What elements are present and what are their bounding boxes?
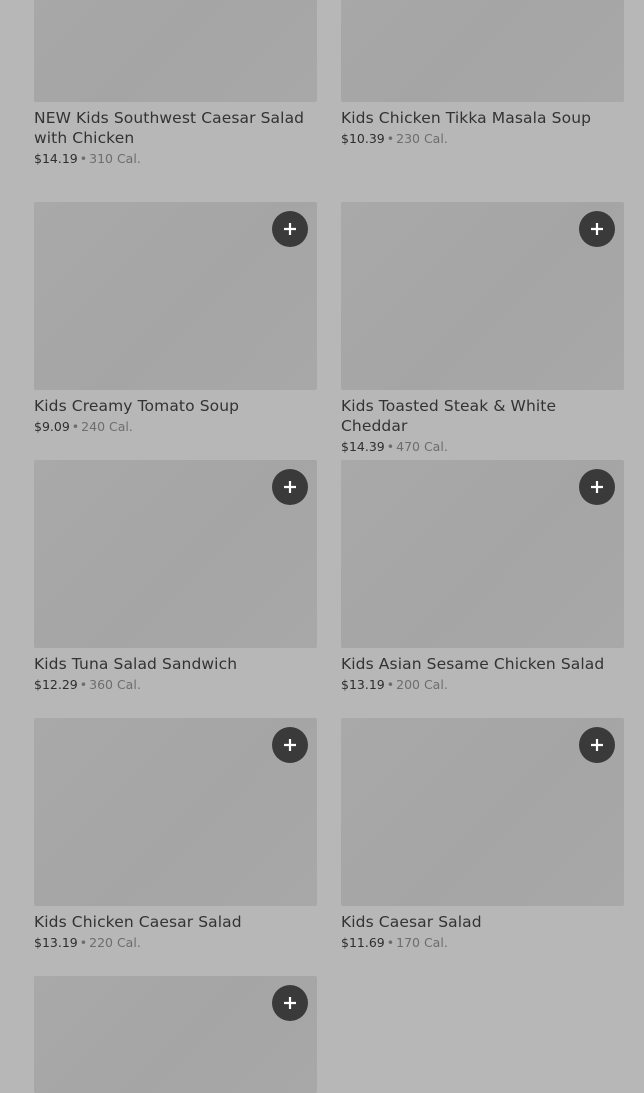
plus-icon (284, 739, 296, 751)
menu-item-meta: $11.69 • 170 Cal. (341, 934, 624, 952)
menu-item-card[interactable]: NEW Kids Southwest Caesar Salad with Chi… (34, 0, 317, 168)
menu-item-image[interactable] (341, 202, 624, 390)
menu-item-card[interactable]: Kids Chicken Tikka Masala Soup $10.39 • 23… (341, 0, 624, 148)
menu-item-calories: 310 Cal. (89, 151, 141, 166)
separator-dot: • (79, 151, 88, 166)
menu-item-calories: 220 Cal. (89, 935, 141, 950)
menu-item-meta: $10.39 • 230 Cal. (341, 130, 624, 148)
plus-icon (591, 481, 603, 493)
separator-dot: • (386, 677, 395, 692)
plus-icon (284, 481, 296, 493)
menu-item-price: $14.19 (34, 151, 78, 166)
add-to-cart-button[interactable] (579, 211, 615, 247)
menu-item-name: Kids Asian Sesame Chicken Salad (341, 655, 605, 673)
separator-dot: • (386, 935, 395, 950)
menu-item-card[interactable]: Kids Caesar Salad $11.69 • 170 Cal. (341, 718, 624, 952)
menu-item-name: NEW Kids Southwest Caesar Salad with Chi… (34, 109, 305, 147)
plus-icon (591, 739, 603, 751)
menu-item-calories: 230 Cal. (396, 131, 448, 146)
menu-item-price: $12.29 (34, 677, 78, 692)
menu-item-name: Kids Chicken Tikka Masala Soup (341, 109, 592, 127)
add-to-cart-button[interactable] (579, 727, 615, 763)
menu-item-image[interactable] (34, 718, 317, 906)
add-to-cart-button[interactable] (272, 211, 308, 247)
menu-item-image[interactable] (34, 460, 317, 648)
separator-dot: • (79, 677, 88, 692)
menu-item-card[interactable]: Kids Asian Sesame Chicken Salad $13.19 • 2… (341, 460, 624, 694)
menu-item-calories: 170 Cal. (396, 935, 448, 950)
menu-item-image[interactable] (341, 0, 624, 102)
separator-dot: • (71, 419, 80, 434)
menu-item-meta: $12.29 • 360 Cal. (34, 676, 317, 694)
plus-icon (591, 223, 603, 235)
add-to-cart-button[interactable] (272, 985, 308, 1021)
menu-item-price: $13.19 (341, 677, 385, 692)
plus-icon (284, 997, 296, 1009)
menu-item-image[interactable] (341, 718, 624, 906)
plus-icon (284, 223, 296, 235)
menu-item-image[interactable] (34, 976, 317, 1093)
menu-item-price: $10.39 (341, 131, 385, 146)
menu-item-name: Kids Chicken Caesar Salad (34, 913, 242, 931)
menu-item-name: Kids Toasted Steak & White Cheddar (341, 397, 557, 435)
separator-dot: • (386, 439, 395, 454)
menu-item-price: $11.69 (341, 935, 385, 950)
menu-item-meta: $13.19 • 220 Cal. (34, 934, 317, 952)
menu-item-image[interactable] (341, 460, 624, 648)
separator-dot: • (386, 131, 395, 146)
menu-item-meta: $14.19 • 310 Cal. (34, 150, 317, 168)
menu-item-card[interactable]: Kids Chicken Caesar Salad $13.19 • 220 Cal… (34, 718, 317, 952)
menu-item-calories: 360 Cal. (89, 677, 141, 692)
menu-item-image[interactable] (34, 202, 317, 390)
menu-item-price: $9.09 (34, 419, 70, 434)
menu-item-meta: $13.19 • 200 Cal. (341, 676, 624, 694)
add-to-cart-button[interactable] (272, 727, 308, 763)
menu-item-price: $13.19 (34, 935, 78, 950)
menu-item-price: $14.39 (341, 439, 385, 454)
menu-item-name: Kids Tuna Salad Sandwich (34, 655, 238, 673)
menu-item-calories: 470 Cal. (396, 439, 448, 454)
menu-item-name: Kids Creamy Tomato Soup (34, 397, 240, 415)
add-to-cart-button[interactable] (579, 469, 615, 505)
menu-item-card[interactable]: Kids Tuna Salad Sandwich $12.29 • 360 Cal. (34, 460, 317, 694)
menu-item-card[interactable]: Kids Toasted Steak & White Cheddar $14.3… (341, 202, 624, 456)
menu-item-name: Kids Caesar Salad (341, 913, 482, 931)
menu-item-image[interactable] (34, 0, 317, 102)
menu-item-calories: 200 Cal. (396, 677, 448, 692)
menu-item-card[interactable]: Kids Creamy Tomato Soup $9.09 • 240 Cal. (34, 202, 317, 436)
menu-item-calories: 240 Cal. (81, 419, 133, 434)
menu-item-meta: $14.39 • 470 Cal. (341, 438, 624, 456)
separator-dot: • (79, 935, 88, 950)
menu-item-meta: $9.09 • 240 Cal. (34, 418, 317, 436)
add-to-cart-button[interactable] (272, 469, 308, 505)
menu-item-card[interactable] (34, 976, 317, 1093)
